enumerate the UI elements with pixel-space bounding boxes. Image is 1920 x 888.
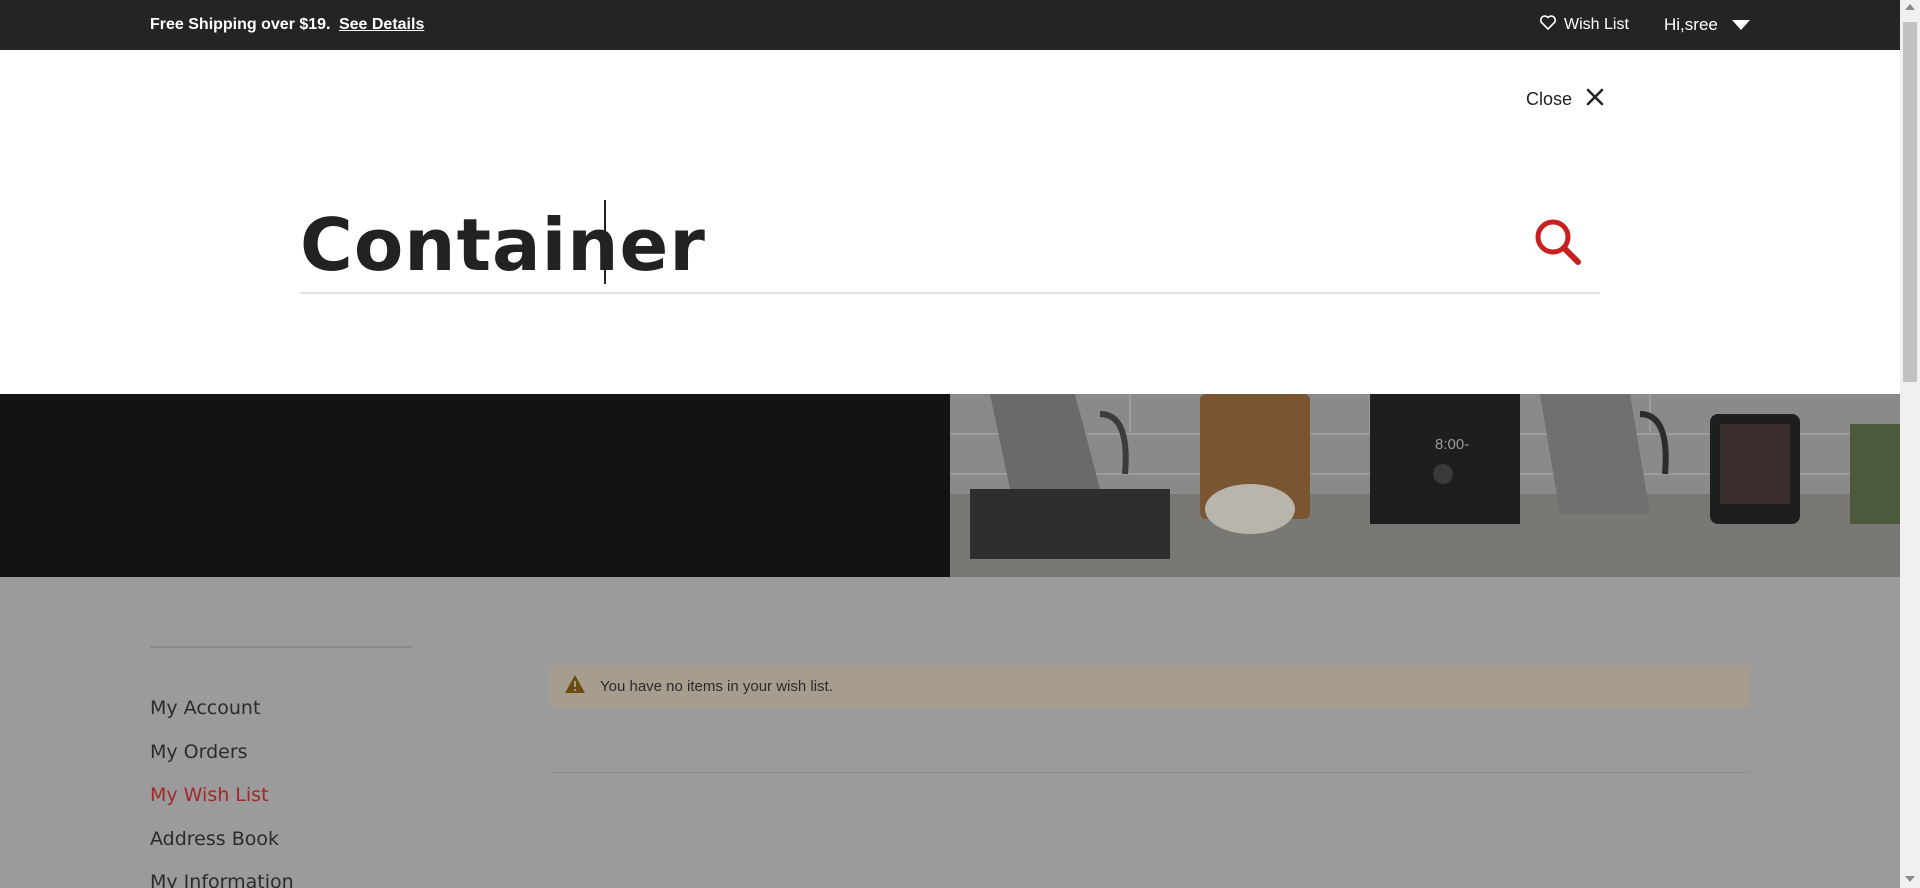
close-label: Close (1526, 89, 1573, 109)
search-input[interactable] (300, 200, 1480, 290)
sidebar-item-my-account[interactable]: My Account (150, 697, 294, 741)
caret-down-icon (1731, 20, 1750, 30)
scroll-thumb[interactable] (1903, 22, 1917, 382)
hero-kitchen-image: 8:00- (950, 394, 1900, 577)
wishlist-empty-notice: You have no items in your wish list. (550, 665, 1750, 707)
greeting-text: Hi,sree (1664, 15, 1718, 34)
top-bar: Free Shipping over $19. See Details Wish… (0, 0, 1900, 50)
account-content: My Account My Orders My Wish List Addres… (0, 577, 1900, 888)
warning-icon (564, 674, 586, 698)
close-button[interactable]: Close (1526, 88, 1604, 111)
close-icon (1586, 88, 1604, 111)
sidebar-item-my-information[interactable]: My Information (150, 871, 294, 888)
account-sidebar: My Account My Orders My Wish List Addres… (150, 697, 294, 888)
wishlist-label: Wish List (1564, 16, 1629, 33)
hero-clock-text: 8:00- (1435, 436, 1469, 453)
text-cursor (604, 200, 606, 284)
account-menu[interactable]: Hi,sree (1664, 15, 1750, 35)
search-button[interactable] (1534, 218, 1582, 271)
sidebar-item-my-orders[interactable]: My Orders (150, 741, 294, 785)
sidebar-item-address-book[interactable]: Address Book (150, 828, 294, 872)
search-box (300, 200, 1600, 294)
see-details-link[interactable]: See Details (339, 16, 424, 33)
search-icon (1534, 219, 1582, 270)
sidebar-divider (150, 646, 412, 648)
scroll-up-arrow-icon[interactable] (1905, 4, 1915, 10)
wishlist-link[interactable]: Wish List (1539, 15, 1629, 35)
heart-icon (1539, 15, 1557, 35)
hero-dark-panel (0, 394, 950, 577)
search-overlay: Close (0, 50, 1900, 394)
scroll-down-arrow-icon[interactable] (1905, 876, 1915, 882)
notice-text: You have no items in your wish list. (600, 677, 833, 695)
sidebar-item-my-wish-list[interactable]: My Wish List (150, 784, 294, 828)
promo-banner: Free Shipping over $19. See Details (150, 16, 424, 34)
promo-text: Free Shipping over $19. (150, 16, 331, 33)
page-scrollbar[interactable] (1900, 0, 1920, 888)
content-divider (550, 772, 1750, 773)
